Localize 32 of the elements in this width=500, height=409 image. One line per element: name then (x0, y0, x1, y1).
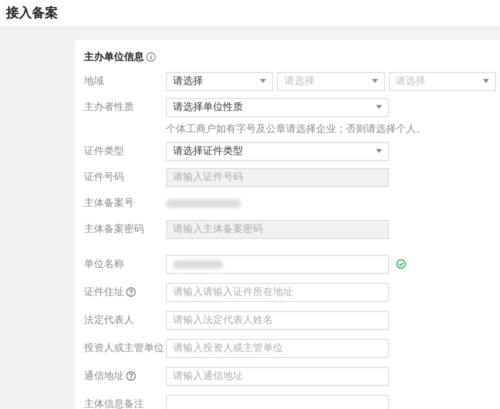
redacted-value (173, 260, 223, 268)
select-field: 请选择 (277, 72, 385, 90)
hint-text: 个体工商户如有字号及公章请选择企业；否则请选择个人。 (165, 122, 427, 137)
field-label: 主体备案号 (84, 196, 134, 210)
field-label: 单位名称 (84, 258, 124, 271)
select-field[interactable]: 请选择单位性质 (166, 98, 389, 116)
field-label: 主体备案密码 (84, 222, 144, 236)
caret-icon (376, 149, 382, 153)
field-label: 投资人或主管单位 (84, 342, 164, 355)
field-label: 主体信息备注 (84, 398, 144, 409)
field-label: 证件号码 (84, 171, 124, 184)
section-title: 主办单位信息 (84, 50, 144, 64)
select-field[interactable]: 请选择证件类型 (166, 142, 389, 160)
input-field[interactable] (166, 254, 389, 274)
field-label: 法定代表人 (84, 314, 134, 327)
field-label: 证件类型 (84, 144, 124, 158)
select-field[interactable]: 请选择 (166, 72, 274, 90)
input-field[interactable]: 请输入请输入证件所在地址 (166, 282, 389, 302)
caret-icon (376, 105, 382, 109)
field-label: 证件住址 (84, 286, 124, 299)
select-field: 请选择 (388, 72, 496, 90)
field-label: 主办者性质 (84, 100, 134, 114)
input-field[interactable]: 请输入投资人或主管单位 (166, 338, 389, 358)
caret-icon (482, 79, 489, 83)
caret-icon (372, 79, 378, 83)
caret-icon (260, 79, 266, 83)
input-field[interactable]: 请输入法定代表人姓名 (166, 310, 389, 330)
page-title: 接入备案 (6, 4, 58, 22)
field-label: 通信地址 (84, 370, 124, 383)
input-field[interactable] (166, 394, 389, 409)
input-field[interactable]: 请输入通信地址 (166, 366, 389, 386)
field-label: 地域 (84, 74, 104, 88)
